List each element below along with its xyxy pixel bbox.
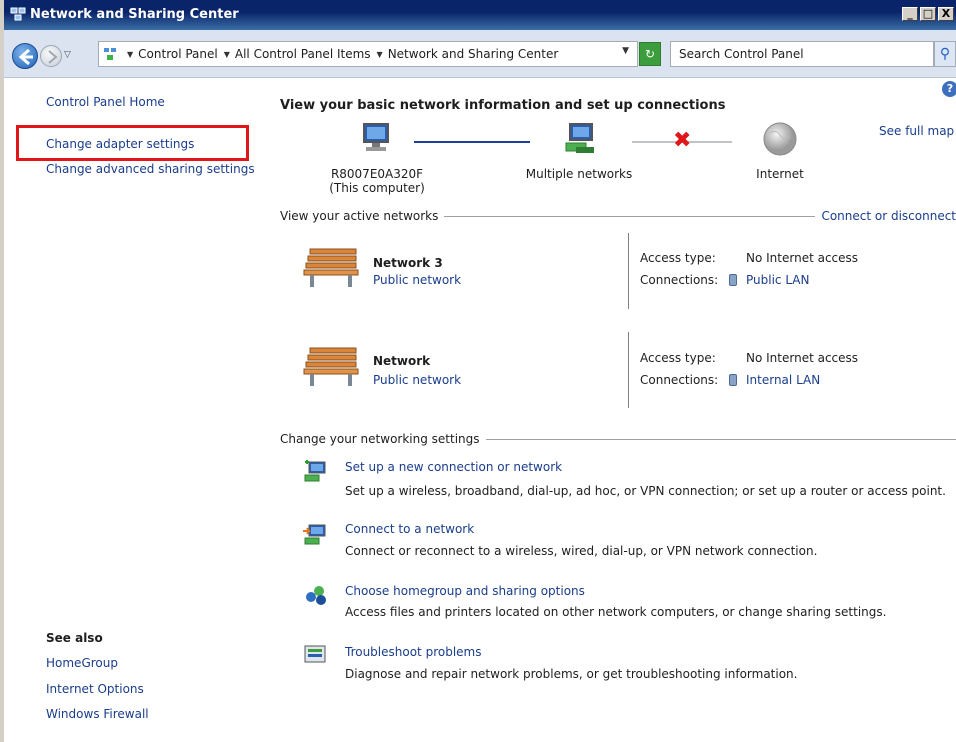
change-adapter-settings-link[interactable]: Change adapter settings	[46, 137, 194, 151]
divider	[628, 233, 629, 309]
search-icon[interactable]: ⚲	[934, 41, 956, 67]
globe-icon	[763, 122, 797, 156]
refresh-button[interactable]: ↻	[639, 42, 661, 66]
internal-lan-link[interactable]: Internal LAN	[746, 373, 820, 387]
maximize-button[interactable]: □	[920, 7, 936, 21]
setup-connection-link[interactable]: Set up a new connection or network	[345, 460, 562, 474]
network-category-link[interactable]: Public network	[373, 373, 461, 387]
active-networks-title: View your active networks	[280, 209, 439, 223]
homegroup-sharing-desc: Access files and printers located on oth…	[345, 605, 887, 619]
search-input[interactable]: Search Control Panel	[670, 41, 934, 67]
back-arrow-icon	[18, 48, 33, 66]
multiple-networks-icon	[565, 123, 594, 153]
computer-sub: (This computer)	[329, 181, 425, 195]
connect-to-network-desc: Connect or reconnect to a wireless, wire…	[345, 544, 818, 558]
breadcrumb-all-items[interactable]: All Control Panel Items	[235, 47, 371, 61]
access-type-label: Access type:	[640, 351, 716, 365]
title-bar: Network and Sharing Center _ □ X	[0, 0, 956, 30]
see-also-heading: See also	[46, 631, 103, 645]
connections-label: Connections:	[640, 273, 719, 287]
setup-connection-desc: Set up a wireless, broadband, dial-up, a…	[345, 484, 946, 498]
internet-label: Internet	[756, 167, 804, 181]
change-advanced-sharing-link[interactable]: Change advanced sharing settings	[46, 162, 255, 176]
breadcrumb-control-panel[interactable]: Control Panel	[138, 47, 218, 61]
homegroup-sharing-link[interactable]: Choose homegroup and sharing options	[345, 584, 585, 598]
connect-to-network-link[interactable]: Connect to a network	[345, 522, 474, 536]
breadcrumb[interactable]: ▼ Control Panel ▼ All Control Panel Item…	[98, 41, 638, 67]
settings-title: Change your networking settings	[280, 432, 480, 446]
help-icon[interactable]: ?	[942, 81, 956, 97]
minimize-button[interactable]: _	[902, 7, 918, 21]
close-button[interactable]: X	[938, 7, 954, 21]
access-type-value: No Internet access	[746, 251, 859, 265]
forward-arrow-icon	[48, 50, 58, 64]
connect-or-disconnect-link[interactable]: Connect or disconnect	[821, 209, 956, 223]
connect-network-icon	[303, 524, 326, 545]
window-title: Network and Sharing Center	[30, 7, 239, 22]
recent-pages-dropdown[interactable]: ▽	[64, 50, 71, 60]
lan-adapter-icon	[729, 374, 737, 386]
breadcrumb-arrow-icon[interactable]: ▼	[224, 50, 230, 59]
computer-icon	[363, 123, 389, 151]
network-center-icon	[10, 7, 26, 21]
new-connection-icon	[304, 460, 326, 482]
computer-name: R8007E0A320F	[330, 167, 424, 181]
public-network-bench-icon	[303, 347, 359, 386]
network-name: Network 3	[373, 256, 443, 270]
divider	[628, 332, 629, 408]
troubleshoot-icon	[304, 645, 326, 663]
access-type-label: Access type:	[640, 251, 716, 265]
computer-label: R8007E0A320F (This computer)	[318, 167, 436, 195]
network-category-link[interactable]: Public network	[373, 273, 461, 287]
access-type-value: No Internet access	[746, 351, 859, 365]
connections-label: Connections:	[640, 373, 719, 387]
multiple-networks-label: Multiple networks	[525, 167, 633, 181]
no-connection-icon: ✖	[673, 128, 692, 153]
troubleshoot-link[interactable]: Troubleshoot problems	[345, 645, 481, 659]
homegroup-icon	[306, 586, 326, 605]
divider	[444, 215, 816, 217]
page-title: View your basic network information and …	[280, 98, 726, 113]
settings-header: Change your networking settings	[280, 432, 956, 446]
lan-adapter-icon	[729, 274, 737, 286]
forward-button[interactable]	[40, 45, 62, 67]
active-networks-header: View your active networks Connect or dis…	[280, 209, 956, 223]
breadcrumb-arrow-icon[interactable]: ▼	[377, 50, 383, 59]
window-frame	[0, 0, 4, 742]
breadcrumb-arrow-icon[interactable]: ▼	[127, 50, 133, 59]
address-dropdown-icon[interactable]: ▼	[622, 46, 629, 56]
troubleshoot-desc: Diagnose and repair network problems, or…	[345, 667, 798, 681]
control-panel-icon	[104, 48, 116, 60]
breadcrumb-network-center[interactable]: Network and Sharing Center	[388, 47, 559, 61]
homegroup-link[interactable]: HomeGroup	[46, 656, 118, 670]
network-link-line	[414, 141, 530, 143]
public-network-bench-icon	[303, 248, 359, 287]
back-button[interactable]	[12, 43, 38, 69]
divider	[485, 438, 956, 440]
public-lan-link[interactable]: Public LAN	[746, 273, 809, 287]
see-full-map-link[interactable]: See full map	[879, 124, 954, 138]
control-panel-home-link[interactable]: Control Panel Home	[46, 95, 165, 109]
windows-firewall-link[interactable]: Windows Firewall	[46, 707, 149, 721]
internet-options-link[interactable]: Internet Options	[46, 682, 144, 696]
network-name: Network	[373, 354, 431, 368]
